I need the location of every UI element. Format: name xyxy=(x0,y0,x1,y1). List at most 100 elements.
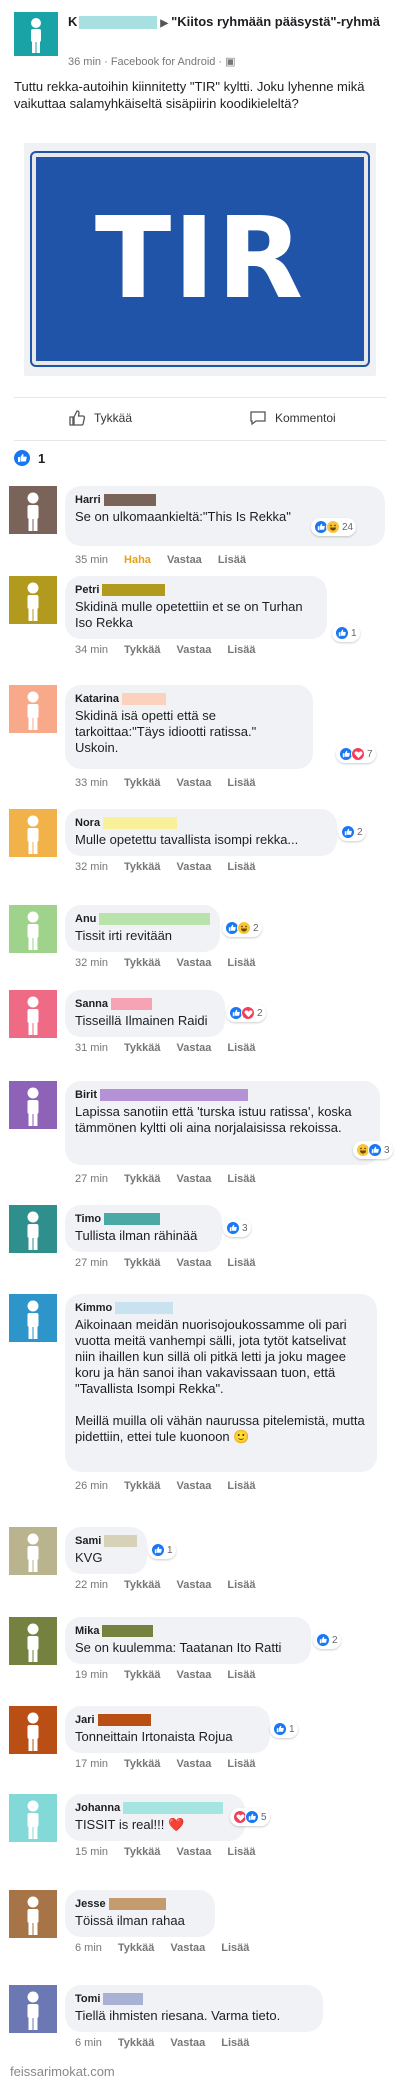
commenter-name[interactable]: Tomi xyxy=(75,1992,100,2006)
comment-like-link[interactable]: Tykkää xyxy=(124,1846,161,1858)
commenter-name[interactable]: Katarina xyxy=(75,692,119,706)
comment-like-link[interactable]: Tykkää xyxy=(124,957,161,969)
comment-like-link[interactable]: Tykkää xyxy=(124,1173,161,1185)
commenter-name[interactable]: Timo xyxy=(75,1212,101,1226)
comment-button[interactable]: Kommentoi xyxy=(249,406,336,430)
comment-like-link[interactable]: Tykkää xyxy=(124,1758,161,1770)
comment-reply-link[interactable]: Vastaa xyxy=(177,777,212,789)
comment-reply-link[interactable]: Vastaa xyxy=(167,554,202,566)
thumbs-up-icon xyxy=(69,410,86,426)
comment-reply-link[interactable]: Vastaa xyxy=(177,1846,212,1858)
comment-reply-link[interactable]: Vastaa xyxy=(177,644,212,656)
commenter-name[interactable]: Kimmo xyxy=(75,1301,112,1315)
comment-reply-link[interactable]: Vastaa xyxy=(177,1173,212,1185)
comment-reply-link[interactable]: Vastaa xyxy=(177,1758,212,1770)
commenter-name-row: Anu xyxy=(75,912,210,926)
commenter-avatar[interactable] xyxy=(9,1081,57,1129)
comment-more-link[interactable]: Lisää xyxy=(227,644,255,656)
comment-more-link[interactable]: Lisää xyxy=(227,1846,255,1858)
commenter-avatar[interactable] xyxy=(9,990,57,1038)
comment-reactions[interactable]: 1 xyxy=(148,1541,176,1559)
commenter-name[interactable]: Sanna xyxy=(75,997,108,1011)
comment-like-link[interactable]: Tykkää xyxy=(124,1257,161,1269)
comment-like-link[interactable]: Tykkää xyxy=(118,2037,155,2049)
comment-like-link[interactable]: Tykkää xyxy=(124,861,161,873)
comment-more-link[interactable]: Lisää xyxy=(227,777,255,789)
comment-reactions[interactable]: 3 xyxy=(353,1141,393,1159)
comment-reactions[interactable]: 3 xyxy=(223,1219,251,1237)
comment-reply-link[interactable]: Vastaa xyxy=(177,1257,212,1269)
post-photo[interactable]: TIR xyxy=(24,143,376,376)
post-reactions[interactable]: 1 xyxy=(14,450,45,466)
commenter-avatar[interactable] xyxy=(9,1205,57,1253)
post-time[interactable]: 36 min xyxy=(68,56,101,68)
comment-more-link[interactable]: Lisää xyxy=(227,1579,255,1591)
comment-more-link[interactable]: Lisää xyxy=(227,1173,255,1185)
comment-reply-link[interactable]: Vastaa xyxy=(177,1480,212,1492)
comment-more-link[interactable]: Lisää xyxy=(227,1042,255,1054)
commenter-avatar[interactable] xyxy=(9,1527,57,1575)
commenter-name[interactable]: Mika xyxy=(75,1624,99,1638)
comment-reply-link[interactable]: Vastaa xyxy=(170,2037,205,2049)
commenter-avatar[interactable] xyxy=(9,809,57,857)
commenter-avatar[interactable] xyxy=(9,1794,57,1842)
comment-like-link[interactable]: Tykkää xyxy=(124,1480,161,1492)
commenter-name[interactable]: Harri xyxy=(75,493,101,507)
commenter-avatar[interactable] xyxy=(9,576,57,624)
commenter-name[interactable]: Jesse xyxy=(75,1897,106,1911)
commenter-avatar[interactable] xyxy=(9,1985,57,2033)
comment-more-link[interactable]: Lisää xyxy=(221,1942,249,1954)
commenter-avatar[interactable] xyxy=(9,1706,57,1754)
comment-reactions[interactable]: 2 xyxy=(338,823,366,841)
comment-more-link[interactable]: Lisää xyxy=(227,1758,255,1770)
commenter-avatar[interactable] xyxy=(9,1617,57,1665)
commenter-avatar[interactable] xyxy=(9,905,57,953)
commenter-avatar[interactable] xyxy=(9,486,57,534)
commenter-name[interactable]: Birit xyxy=(75,1088,97,1102)
commenter-name[interactable]: Sami xyxy=(75,1534,101,1548)
comment-reply-link[interactable]: Vastaa xyxy=(177,1669,212,1681)
comment-reply-link[interactable]: Vastaa xyxy=(177,861,212,873)
commenter-name[interactable]: Petri xyxy=(75,583,99,597)
comment-meta: 31 min Tykkää Vastaa Lisää xyxy=(75,1042,256,1054)
comment-reply-link[interactable]: Vastaa xyxy=(177,957,212,969)
comment-like-link[interactable]: Haha xyxy=(124,554,151,566)
comment-like-link[interactable]: Tykkää xyxy=(124,1042,161,1054)
comment-reactions[interactable]: 5 xyxy=(230,1808,270,1826)
comment-reactions[interactable]: 7 xyxy=(336,745,376,763)
commenter-avatar[interactable] xyxy=(9,1890,57,1938)
comment-like-link[interactable]: Tykkää xyxy=(118,1942,155,1954)
comment-reply-link[interactable]: Vastaa xyxy=(177,1042,212,1054)
reaction-count: 2 xyxy=(253,922,259,934)
author-name[interactable]: K xyxy=(68,14,77,29)
comment-reactions[interactable]: 2 xyxy=(222,919,262,937)
comment-more-link[interactable]: Lisää xyxy=(227,1669,255,1681)
comment-more-link[interactable]: Lisää xyxy=(227,861,255,873)
comment-reply-link[interactable]: Vastaa xyxy=(177,1579,212,1591)
commenter-name[interactable]: Jari xyxy=(75,1713,95,1727)
comment-like-link[interactable]: Tykkää xyxy=(124,644,161,656)
comment-more-link[interactable]: Lisää xyxy=(227,1480,255,1492)
comment-reactions[interactable]: 2 xyxy=(226,1004,266,1022)
comment-more-link[interactable]: Lisää xyxy=(221,2037,249,2049)
comment-reactions[interactable]: 24 xyxy=(311,518,357,536)
comment-reply-link[interactable]: Vastaa xyxy=(170,1942,205,1954)
like-label: Tykkää xyxy=(94,411,133,425)
comment-more-link[interactable]: Lisää xyxy=(218,554,246,566)
commenter-name[interactable]: Nora xyxy=(75,816,100,830)
post-avatar[interactable] xyxy=(14,12,58,56)
comment-more-link[interactable]: Lisää xyxy=(227,1257,255,1269)
comment-like-link[interactable]: Tykkää xyxy=(124,777,161,789)
comment-more-link[interactable]: Lisää xyxy=(227,957,255,969)
comment-reactions[interactable]: 1 xyxy=(270,1720,298,1738)
comment-like-link[interactable]: Tykkää xyxy=(124,1669,161,1681)
like-button[interactable]: Tykkää xyxy=(68,406,132,430)
commenter-avatar[interactable] xyxy=(9,685,57,733)
commenter-name[interactable]: Anu xyxy=(75,912,96,926)
commenter-name[interactable]: Johanna xyxy=(75,1801,120,1815)
comment-like-link[interactable]: Tykkää xyxy=(124,1579,161,1591)
group-name[interactable]: "Kiitos ryhmään pääsystä"-ryhmä xyxy=(171,14,380,29)
commenter-avatar[interactable] xyxy=(9,1294,57,1342)
comment-reactions[interactable]: 2 xyxy=(313,1631,341,1649)
comment-reactions[interactable]: 1 xyxy=(332,624,360,642)
